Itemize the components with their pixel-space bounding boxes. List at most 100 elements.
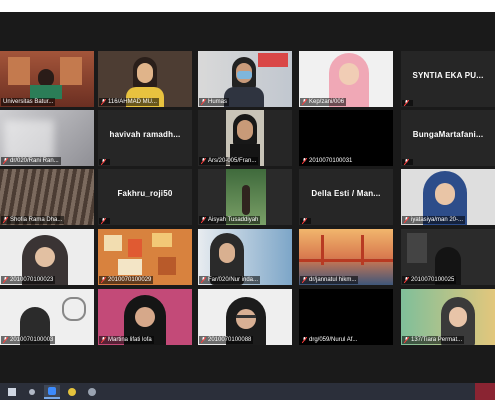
participant-name-label: drg/059/Nurul Af... (300, 336, 360, 344)
muted-mic-icon (201, 337, 206, 343)
start-button[interactable] (4, 385, 20, 399)
participant-tile[interactable]: 2010070100025 (401, 229, 495, 285)
participant-name: dr/jannatul hikm... (309, 277, 357, 283)
participant-name-label: 116/AHMAD MU... (99, 98, 159, 106)
chrome-icon (68, 387, 76, 396)
participant-tile[interactable]: 2010070100031 (299, 110, 393, 166)
muted-mic-icon (101, 218, 106, 224)
participant-tile[interactable]: 2010070100023 (0, 229, 94, 285)
muted-mic-icon (201, 158, 206, 164)
participant-name: 116/AHMAD MU... (108, 99, 157, 105)
participant-name-label (300, 218, 311, 224)
muted-mic-icon (101, 277, 106, 283)
participant-name: 137/Tiara Permat... (411, 337, 463, 343)
muted-mic-icon (101, 159, 106, 165)
participant-name: Martina lifati lofa (108, 337, 152, 343)
search-taskbar-button[interactable] (24, 385, 40, 399)
participant-tile[interactable]: Shofia Rama Dha... (0, 169, 94, 225)
participant-tile[interactable]: 2010070100029 (98, 229, 192, 285)
participant-tile[interactable]: drg/059/Nurul Af... (299, 289, 393, 345)
muted-mic-icon (404, 337, 409, 343)
participant-name-label (99, 159, 110, 165)
search-icon (29, 388, 35, 395)
participant-name-label: Universitas Batur... (1, 98, 56, 106)
notification-corner[interactable] (475, 383, 495, 400)
muted-mic-icon (3, 337, 8, 343)
muted-mic-icon (302, 158, 307, 164)
participant-name: drg/059/Nurul Af... (309, 337, 358, 343)
participant-name-label: 2010070100088 (199, 336, 254, 344)
participant-tile[interactable]: 116/AHMAD MU... (98, 51, 192, 107)
participant-name-label: Humas (199, 98, 230, 106)
participant-tile[interactable]: havivah ramadh... (98, 110, 192, 166)
participant-name-label: 2010070100031 (300, 157, 355, 165)
windows-logo-icon (8, 387, 16, 396)
muted-mic-icon (404, 277, 409, 283)
participant-tile[interactable]: Universitas Batur... (0, 51, 94, 107)
zoom-taskbar-button[interactable] (44, 384, 60, 399)
settings-taskbar-button[interactable] (84, 385, 100, 399)
participant-name-label: dr/jannatul hikm... (300, 276, 359, 284)
participant-name: 2010070100029 (108, 277, 152, 283)
participant-name-label: 137/Tiara Permat... (402, 336, 465, 344)
participant-name: dr/020/Rani Ran... (10, 158, 59, 164)
participant-name: Kep/zani/006 (309, 99, 345, 105)
participant-name: Universitas Batur... (3, 99, 54, 105)
participant-name-label: Far/020/Nur inda... (199, 276, 261, 284)
participant-name-label: 2010070100029 (99, 276, 154, 284)
muted-mic-icon (101, 337, 106, 343)
participant-name-label: Shofia Rama Dha... (1, 216, 65, 224)
muted-mic-icon (404, 159, 409, 165)
muted-mic-icon (404, 100, 409, 106)
participant-tile[interactable]: Far/020/Nur inda... (198, 229, 292, 285)
participant-name: Humas (208, 99, 228, 105)
muted-mic-icon (302, 99, 307, 105)
participant-name-label: Kep/zani/006 (300, 98, 347, 106)
gear-icon (88, 387, 96, 396)
participant-name-label (402, 159, 413, 165)
participant-name-label: 2010070100025 (402, 276, 457, 284)
participant-tile[interactable]: 2010070100003 (0, 289, 94, 345)
participant-name-label: Ars/20-005/Fran... (199, 157, 259, 165)
participant-grid: Universitas Batur... 116/AHMAD MU... Hum… (0, 48, 495, 348)
participant-display-name: Fakhru_roji50 (117, 189, 173, 198)
muted-mic-icon (201, 99, 206, 105)
participant-name-label: 2010070100003 (1, 336, 56, 344)
muted-mic-icon (3, 217, 8, 223)
chrome-taskbar-button[interactable] (64, 385, 80, 399)
participant-tile[interactable]: 137/Tiara Permat... (401, 289, 495, 345)
participant-name: 2010070100088 (208, 337, 252, 343)
participant-tile[interactable]: iyatasiya/man 20-... (401, 169, 495, 225)
top-window-strip (0, 0, 495, 12)
zoom-gallery-screen: Universitas Batur... 116/AHMAD MU... Hum… (0, 0, 495, 400)
participant-name: 2010070100025 (411, 277, 455, 283)
participant-tile[interactable]: Della Esti / Man... (299, 169, 393, 225)
participant-name: Ars/20-005/Fran... (208, 158, 257, 164)
participant-tile[interactable]: BungaMartafani... (401, 110, 495, 166)
participant-tile[interactable]: Aisyah Tusaddiyah (198, 169, 292, 225)
participant-name: 2010070100023 (10, 277, 54, 283)
participant-tile[interactable]: Fakhru_roji50 (98, 169, 192, 225)
participant-tile[interactable]: dr/020/Rani Ran... (0, 110, 94, 166)
participant-name-label: Martina lifati lofa (99, 336, 154, 344)
participant-name-label: iyatasiya/man 20-... (402, 216, 466, 224)
participant-tile[interactable]: dr/jannatul hikm... (299, 229, 393, 285)
participant-display-name: SYNTIA EKA PU... (412, 71, 484, 80)
participant-name-label: dr/020/Rani Ran... (1, 157, 61, 165)
participant-tile[interactable]: SYNTIA EKA PU... (401, 51, 495, 107)
participant-name: Shofia Rama Dha... (10, 217, 63, 223)
participant-tile[interactable]: Martina lifati lofa (98, 289, 192, 345)
participant-tile[interactable]: Ars/20-005/Fran... (198, 110, 292, 166)
participant-name-label (99, 218, 110, 224)
participant-tile[interactable]: Humas (198, 51, 292, 107)
muted-mic-icon (3, 277, 8, 283)
participant-tile[interactable]: Kep/zani/006 (299, 51, 393, 107)
muted-mic-icon (302, 337, 307, 343)
participant-display-name: Della Esti / Man... (311, 189, 381, 198)
muted-mic-icon (302, 218, 307, 224)
muted-mic-icon (201, 217, 206, 223)
windows-taskbar (0, 383, 495, 400)
participant-display-name: havivah ramadh... (109, 130, 181, 139)
participant-display-name: BungaMartafani... (412, 130, 484, 139)
participant-tile[interactable]: 2010070100088 (198, 289, 292, 345)
